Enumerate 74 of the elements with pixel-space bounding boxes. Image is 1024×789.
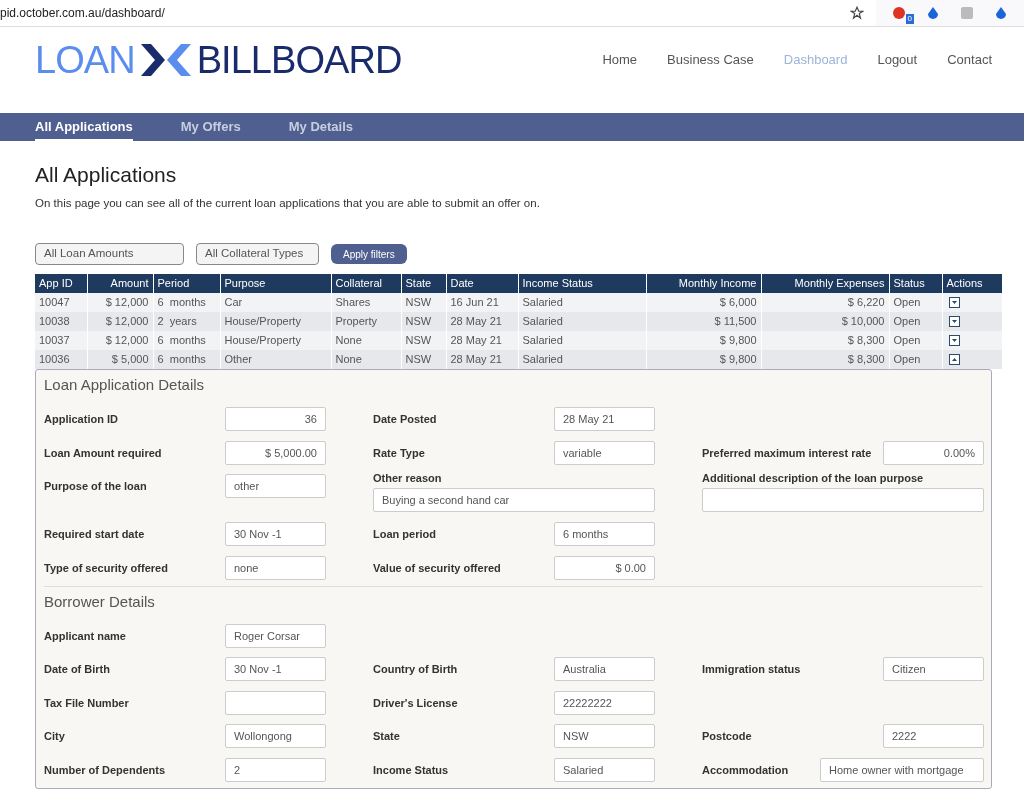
input-field[interactable]: [225, 690, 326, 715]
input-field[interactable]: Roger Corsar: [225, 623, 326, 648]
input-field[interactable]: 6 months: [554, 522, 655, 547]
field-label: Other reason: [373, 470, 443, 486]
field-label: Application ID: [44, 412, 118, 427]
field-label: Type of security offered: [44, 560, 168, 576]
field-label: Tax File Number: [44, 695, 129, 711]
nav-link[interactable]: Home: [602, 50, 638, 70]
address-bar[interactable]: pid.october.com.au/dashboard/: [0, 0, 876, 26]
field-label: Accommodation: [702, 762, 789, 778]
expand-icon[interactable]: [948, 316, 960, 327]
collapse-icon[interactable]: [948, 354, 960, 365]
field-label: Driver's License: [373, 695, 458, 711]
extension-icon[interactable]: [926, 6, 940, 20]
field-label: Applicant name: [44, 628, 126, 644]
input-field[interactable]: [702, 488, 984, 512]
nav-link[interactable]: Business Case: [667, 50, 754, 70]
field-label: Date Posted: [373, 412, 437, 427]
extension-badge: 0: [905, 14, 914, 24]
expand-icon[interactable]: [948, 335, 960, 346]
input-field[interactable]: Australia: [554, 657, 655, 682]
input-field[interactable]: Home owner with mortgage: [820, 757, 984, 782]
field-label: Country of Birth: [373, 662, 458, 677]
field-label: Additional description of the loan purpose: [702, 470, 925, 486]
logo-text: BILLBOARD: [196, 37, 402, 83]
field-label: Rate Type: [373, 445, 425, 461]
input-field[interactable]: 30 Nov -1: [225, 657, 326, 682]
field-label: Purpose of the loan: [44, 479, 147, 494]
input-field[interactable]: 0.00%: [883, 440, 984, 465]
amount-filter-dropdown[interactable]: All Loan Amounts: [35, 243, 184, 265]
field-label: Income Status: [373, 762, 449, 778]
input-field[interactable]: 22222222: [554, 690, 655, 715]
logo-text: LOAN: [35, 37, 135, 83]
star-icon[interactable]: [850, 6, 864, 20]
page-description: On this page you can see all of the current loan applications that you are able to submit an offer on.: [35, 195, 541, 211]
extension-icon[interactable]: [892, 6, 906, 20]
field-label: City: [44, 729, 65, 744]
extension-icon[interactable]: [994, 6, 1008, 20]
input-field[interactable]: 30 Nov -1: [225, 522, 326, 547]
field-label: Postcode: [702, 729, 752, 744]
input-field[interactable]: Salaried: [554, 757, 655, 782]
collateral-filter-dropdown[interactable]: All Collateral Types: [196, 243, 319, 265]
input-field[interactable]: $ 5,000.00: [225, 440, 326, 465]
input-field[interactable]: 28 May 21: [554, 407, 655, 432]
input-field[interactable]: 2222: [883, 724, 984, 749]
nav-link[interactable]: Logout: [877, 50, 918, 70]
field-label: Immigration status: [702, 662, 801, 677]
field-label: Number of Dependents: [44, 762, 165, 778]
input-field[interactable]: 2: [225, 757, 326, 782]
field-label: Preferred maximum interest rate: [702, 445, 872, 461]
apply-filters-button[interactable]: Apply filters: [331, 244, 407, 264]
section-title: Loan Application Details: [44, 375, 206, 395]
input-field[interactable]: 36: [225, 407, 326, 432]
input-field[interactable]: none: [225, 555, 326, 580]
input-field[interactable]: NSW: [554, 724, 655, 749]
section-title: Borrower Details: [44, 591, 156, 612]
input-field[interactable]: Buying a second hand car: [373, 488, 655, 512]
field-label: Loan Amount required: [44, 445, 162, 461]
field-label: Loan period: [373, 527, 436, 542]
input-field[interactable]: variable: [554, 440, 655, 465]
field-label: Date of Birth: [44, 662, 110, 677]
field-label: Required start date: [44, 527, 145, 542]
expand-icon[interactable]: [948, 297, 960, 308]
field-label: Value of security offered: [373, 560, 501, 576]
tab[interactable]: My Details: [288, 113, 354, 142]
input-field[interactable]: $ 0.00: [554, 555, 655, 580]
page-title: All Applications: [35, 162, 178, 189]
tab[interactable]: My Offers: [180, 113, 241, 142]
input-field[interactable]: Citizen: [883, 657, 984, 682]
tab[interactable]: All Applications: [35, 113, 133, 142]
input-field[interactable]: Wollongong: [225, 724, 326, 749]
input-field[interactable]: other: [225, 474, 326, 499]
nav-link[interactable]: Contact: [947, 50, 992, 70]
field-label: State: [373, 729, 400, 744]
